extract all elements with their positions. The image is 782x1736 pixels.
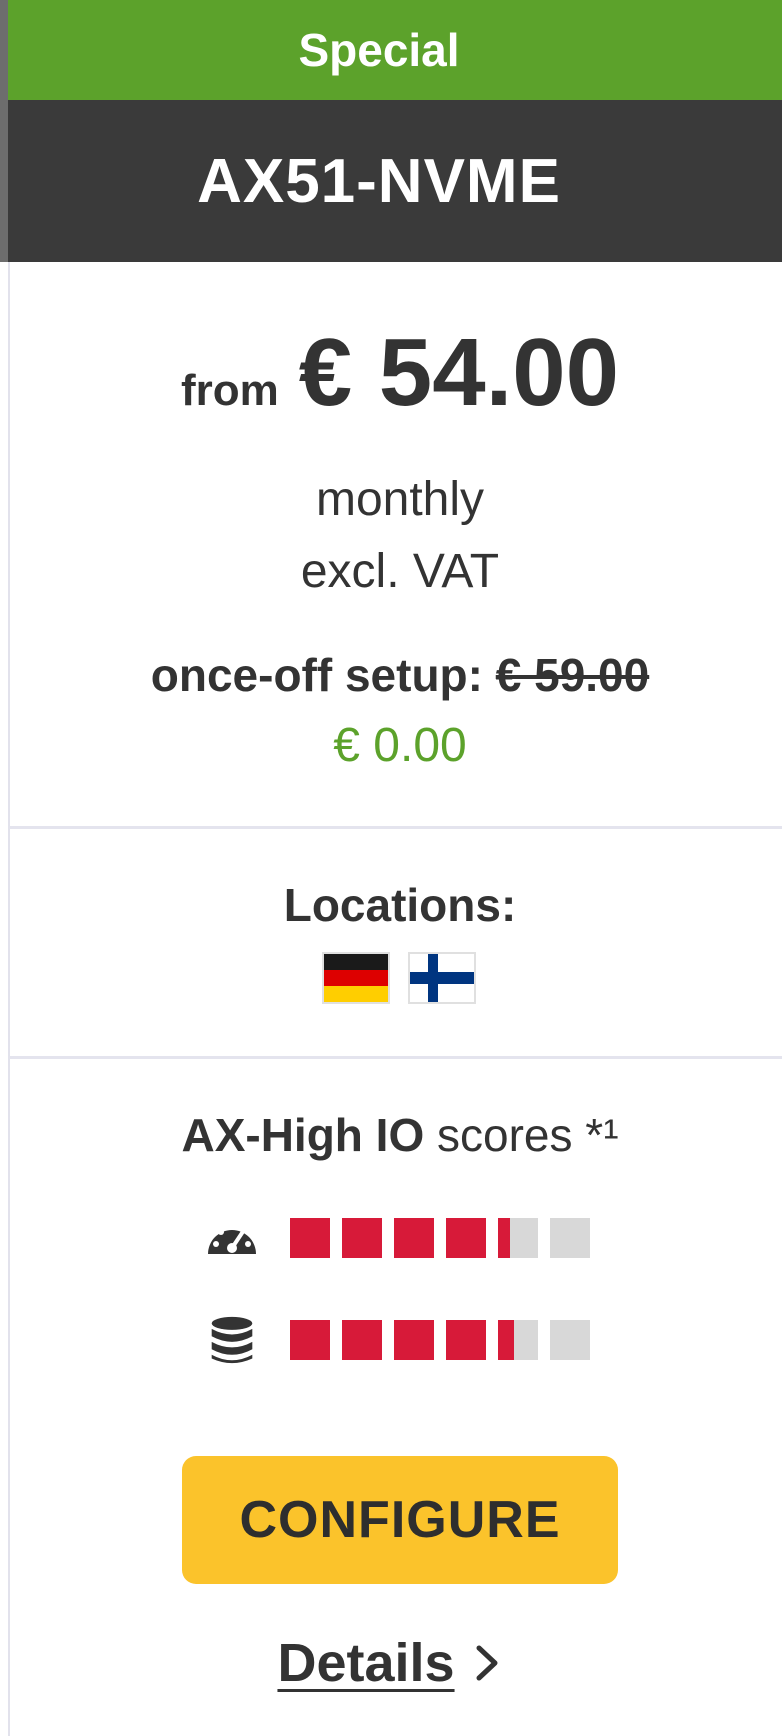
score-segment xyxy=(550,1218,590,1258)
score-segment-fill xyxy=(498,1218,510,1258)
scores-title-rest: scores *¹ xyxy=(424,1109,619,1161)
price-line: from € 54.00 xyxy=(10,318,782,428)
score-segment xyxy=(394,1218,434,1258)
score-segment-fill xyxy=(290,1320,330,1360)
setup-fee-new: € 0.00 xyxy=(333,719,467,772)
chevron-right-icon xyxy=(476,1645,498,1681)
locations-label: Locations: xyxy=(283,879,517,931)
score-segment xyxy=(342,1320,382,1360)
score-segment-fill xyxy=(342,1218,382,1258)
score-bar-cpu xyxy=(290,1218,590,1258)
details-link-label[interactable]: Details xyxy=(277,1632,454,1694)
setup-fee-label: once-off setup: xyxy=(150,649,483,701)
price-from-label: from xyxy=(180,366,279,415)
score-bar-io xyxy=(290,1320,590,1360)
germany-flag-icon xyxy=(322,952,390,1004)
tax-note: excl. VAT xyxy=(300,545,500,598)
score-segment xyxy=(394,1320,434,1360)
configure-button[interactable]: CONFIGURE xyxy=(182,1456,618,1584)
product-name: AX51-NVME xyxy=(197,146,561,216)
ribbon-label: Special xyxy=(298,24,460,76)
score-segment-fill xyxy=(446,1218,486,1258)
setup-fee-old: € 59.00 xyxy=(495,649,650,701)
divider xyxy=(10,1056,782,1059)
score-segment xyxy=(550,1320,590,1360)
score-segment-fill xyxy=(394,1320,434,1360)
score-row-cpu xyxy=(204,1214,590,1262)
setup-fee-line: once-off setup: € 59.00 xyxy=(10,648,782,702)
score-segment-fill xyxy=(394,1218,434,1258)
score-segment xyxy=(342,1218,382,1258)
server-offer-card: Special AX51-NVME from € 54.00 monthly e… xyxy=(0,0,782,1736)
score-row-io xyxy=(204,1316,590,1364)
score-segment xyxy=(290,1320,330,1360)
speedometer-icon xyxy=(208,1224,256,1254)
scores-title: AX-High IO scores *¹ xyxy=(10,1108,782,1162)
product-title-bar: AX51-NVME xyxy=(8,100,782,262)
score-segment-fill xyxy=(498,1320,514,1360)
divider xyxy=(10,826,782,829)
score-segment xyxy=(446,1320,486,1360)
score-segment-fill xyxy=(446,1320,486,1360)
price-amount: € 54.00 xyxy=(298,319,620,426)
price-period: monthly xyxy=(315,473,485,526)
score-segment xyxy=(498,1320,538,1360)
left-edge xyxy=(0,0,8,262)
finland-flag-icon xyxy=(408,952,476,1004)
special-ribbon: Special xyxy=(8,0,782,100)
score-segment-fill xyxy=(342,1320,382,1360)
details-link[interactable]: Details xyxy=(0,1632,782,1694)
score-segment xyxy=(498,1218,538,1258)
database-icon xyxy=(211,1316,253,1364)
scores-title-strong: AX-High IO xyxy=(181,1109,425,1161)
score-segment-fill xyxy=(290,1218,330,1258)
score-segment xyxy=(446,1218,486,1258)
location-flags xyxy=(322,952,476,1008)
score-segment xyxy=(290,1218,330,1258)
